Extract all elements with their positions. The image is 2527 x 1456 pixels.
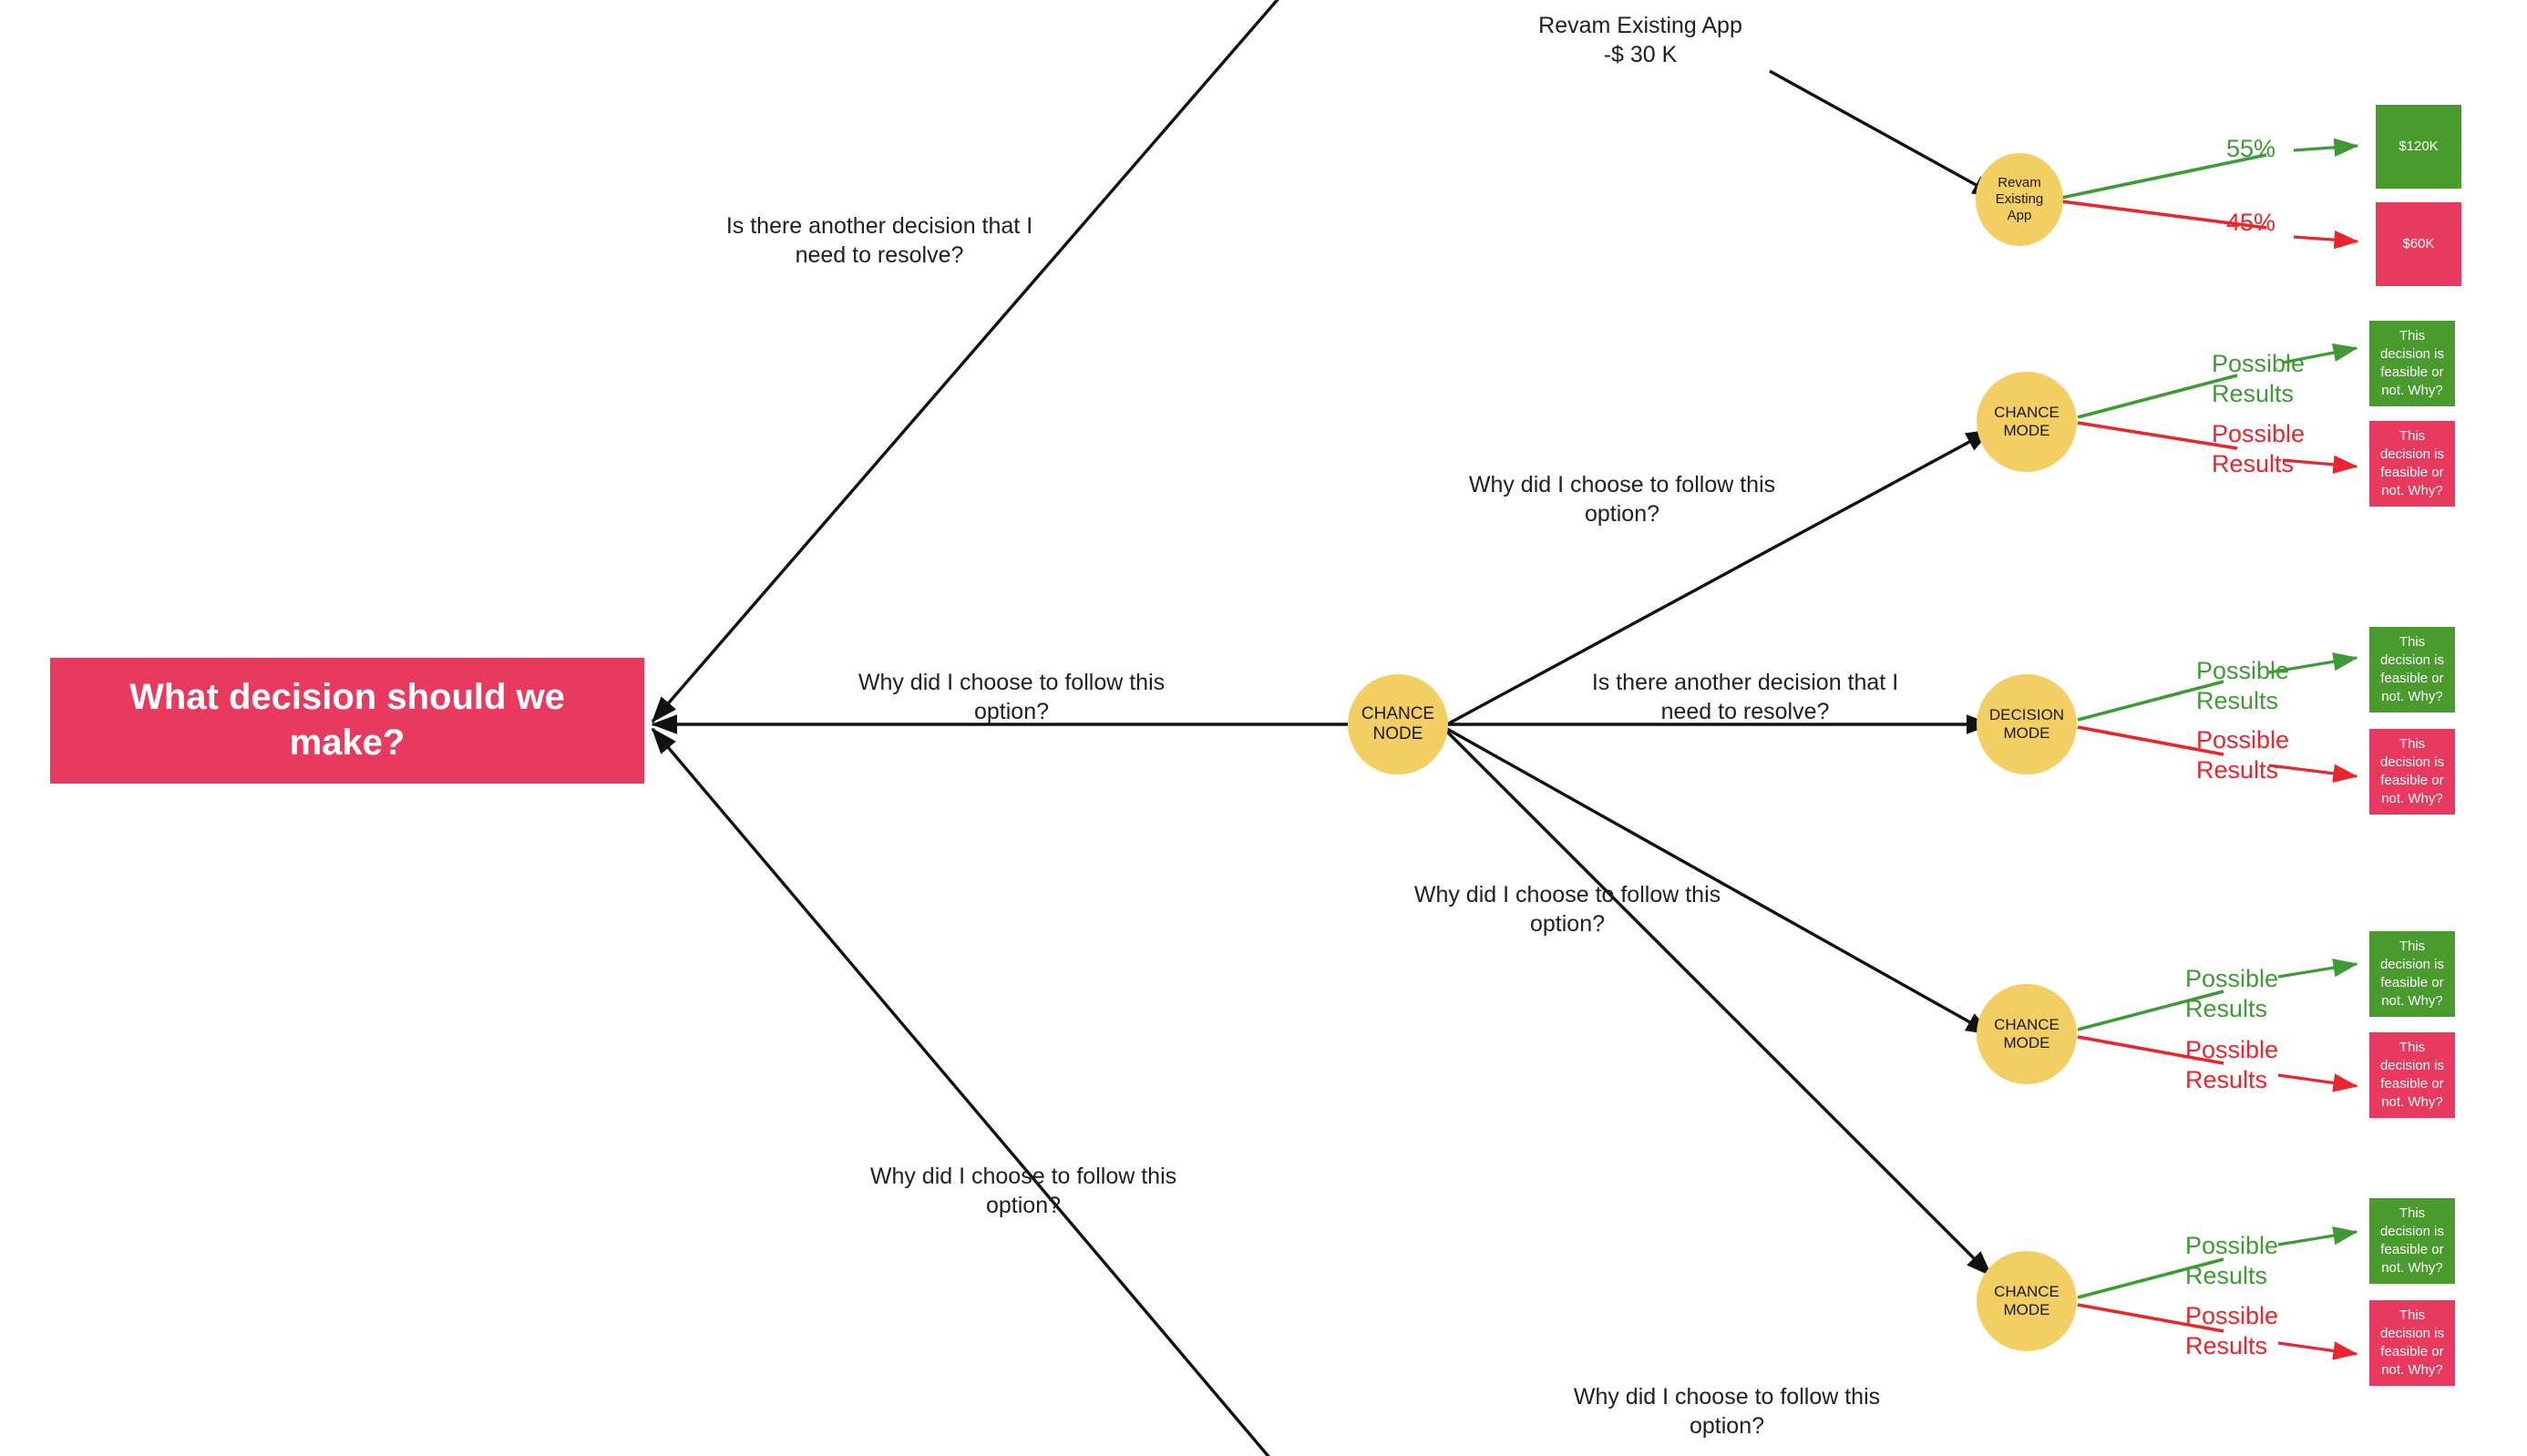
edge-label-root-middle: Why did I choose to follow this option?: [858, 670, 1166, 724]
branch-label-chance-lower-positive: Possible Results: [2185, 965, 2279, 1022]
center-node-edges: [1445, 428, 1993, 1277]
edge-label-chance-to-lower: Why did I choose to follow this option?: [1413, 882, 1721, 937]
node-chance-mode-upper[interactable]: CHANCE MODE: [1977, 372, 2077, 472]
edge-label-root-bottom: Why did I choose to follow this option?: [869, 1164, 1177, 1218]
decision-tree-canvas: What decision should we make? Is there a…: [0, 0, 2527, 1456]
outcome-box-chance-bottom-positive[interactable]: This decision is feasible or not. Why?: [2369, 1198, 2455, 1284]
edge-label-revamp-cost: Revam Existing App -$ 30 K: [1538, 13, 1742, 67]
outcome-box-chance-lower-positive[interactable]: This decision is feasible or not. Why?: [2369, 931, 2455, 1017]
root-decision-box[interactable]: What decision should we make?: [50, 658, 644, 784]
branch-label-chance-lower-negative: Possible Results: [2185, 1036, 2279, 1093]
center-chance-node[interactable]: CHANCE NODE: [1348, 674, 1448, 774]
outcome-box-chance-lower-negative[interactable]: This decision is feasible or not. Why?: [2369, 1032, 2455, 1118]
node-decision-mode[interactable]: DECISION MODE: [1977, 674, 2077, 774]
edge-label-chance-to-decision: Is there another decision that I need to…: [1591, 670, 1899, 724]
outcome-box-chance-upper-negative[interactable]: This decision is feasible or not. Why?: [2369, 421, 2455, 507]
branch-label-chance-upper-positive: Possible Results: [2212, 350, 2306, 407]
node-revamp-existing-app[interactable]: Revam Existing App: [1976, 153, 2063, 246]
outcome-box-chance-upper-positive[interactable]: This decision is feasible or not. Why?: [2369, 321, 2455, 406]
node-chance-mode-bottom[interactable]: CHANCE MODE: [1977, 1251, 2077, 1351]
edge-label-root-top: Is there another decision that I need to…: [725, 213, 1033, 268]
branch-label-decision-mode-positive: Possible Results: [2196, 657, 2290, 714]
branch-label-decision-mode-negative: Possible Results: [2196, 726, 2290, 784]
edge-label-chance-to-upper: Why did I choose to follow this option?: [1468, 472, 1776, 527]
edge-label-chance-to-bottom: Why did I choose to follow this option?: [1573, 1384, 1881, 1439]
branch-label-revamp-positive: 55%: [2226, 135, 2276, 162]
branch-label-revamp-negative: 45%: [2226, 209, 2276, 236]
branch-label-chance-upper-negative: Possible Results: [2212, 420, 2306, 477]
node-chance-mode-lower[interactable]: CHANCE MODE: [1977, 984, 2077, 1084]
branch-label-chance-bottom-negative: Possible Results: [2185, 1302, 2279, 1359]
outcome-box-decision-mode-positive[interactable]: This decision is feasible or not. Why?: [2369, 627, 2455, 713]
outcome-box-decision-mode-negative[interactable]: This decision is feasible or not. Why?: [2369, 729, 2455, 815]
outcome-box-revamp-negative[interactable]: $60K: [2376, 202, 2461, 286]
outcome-box-revamp-positive[interactable]: $120K: [2376, 105, 2461, 189]
branch-label-chance-bottom-positive: Possible Results: [2185, 1232, 2279, 1289]
outcome-box-chance-bottom-negative[interactable]: This decision is feasible or not. Why?: [2369, 1300, 2455, 1386]
